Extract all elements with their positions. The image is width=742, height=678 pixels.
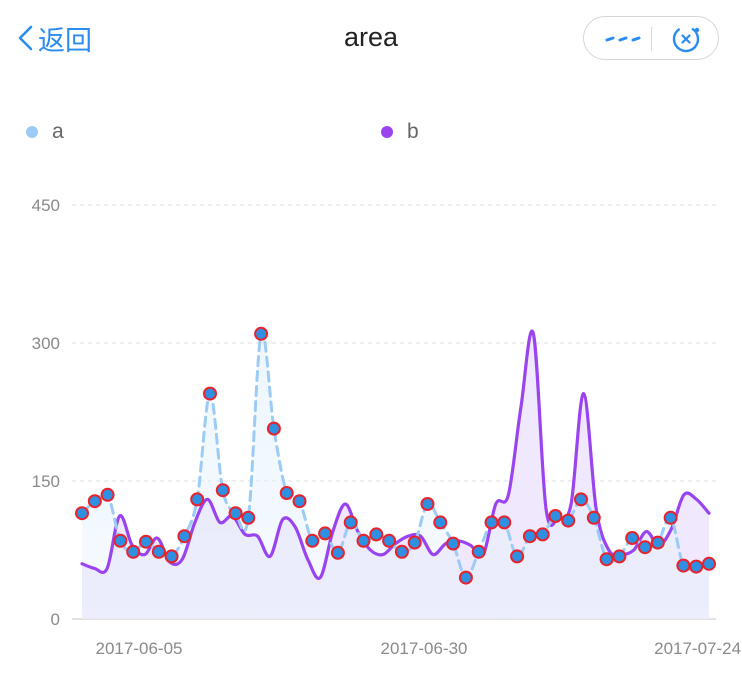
series-a-point-49 — [702, 556, 716, 571]
series-a-point-27 — [420, 497, 435, 511]
series-a-point-39 — [574, 492, 588, 507]
series-a-area — [82, 332, 709, 619]
series-a-point-17 — [292, 494, 307, 509]
series-a-point-21 — [343, 515, 358, 530]
series-a-point-43 — [625, 531, 640, 545]
series-a-point-18 — [305, 533, 320, 548]
series-a-point-45 — [650, 535, 665, 550]
series-a-point-11 — [215, 483, 230, 498]
series-a-point-5 — [139, 534, 153, 549]
series-a-point-12 — [228, 506, 243, 521]
series-a-point-42 — [612, 549, 627, 564]
series-a-point-30 — [458, 570, 473, 585]
series-a-point-41 — [599, 552, 614, 567]
series-a-point-40 — [586, 510, 601, 525]
y-tick-label-300: 300 — [32, 334, 60, 353]
series-a-point-0 — [75, 506, 89, 521]
series-a-point-4 — [126, 544, 141, 559]
series-a-point-7 — [164, 549, 179, 564]
series-a-point-38 — [561, 513, 576, 528]
series-a-point-23 — [369, 527, 384, 542]
area-chart: 0 150 300 450 2017-06-05 2017-06-30 2017-07-24 — [32, 196, 741, 658]
x-tick-label-2: 2017-07-24 — [654, 639, 741, 658]
series-a-point-35 — [522, 529, 537, 544]
series-a-point-28 — [433, 515, 448, 530]
y-tick-label-450: 450 — [32, 196, 60, 215]
series-a-point-34 — [510, 549, 525, 564]
series-a-point-26 — [407, 535, 422, 550]
series-a-point-19 — [318, 526, 333, 541]
area-layer — [82, 330, 709, 619]
series-a-point-36 — [535, 527, 550, 542]
series-a-point-46 — [663, 510, 678, 525]
series-a-point-32 — [484, 515, 499, 530]
y-tick-label-150: 150 — [32, 472, 60, 491]
series-a-point-9 — [190, 492, 205, 507]
series-a-point-22 — [356, 533, 371, 548]
series-a-point-25 — [394, 544, 409, 559]
y-tick-label-0: 0 — [51, 610, 60, 629]
x-tick-label-1: 2017-06-30 — [381, 639, 468, 658]
series-a-point-6 — [151, 544, 166, 559]
series-a-point-44 — [638, 540, 652, 555]
series-a-point-1 — [87, 494, 102, 509]
series-a-point-37 — [548, 509, 563, 523]
series-a-point-3 — [113, 533, 128, 548]
x-tick-label-0: 2017-06-05 — [96, 639, 183, 658]
series-a-point-13 — [241, 510, 256, 525]
series-a-point-20 — [330, 545, 345, 560]
series-a-point-31 — [471, 544, 486, 559]
series-a-point-2 — [100, 487, 115, 502]
series-a-point-15 — [266, 421, 281, 436]
series-a-point-47 — [676, 558, 691, 573]
series-a-point-29 — [446, 536, 461, 551]
series-a-point-33 — [497, 515, 512, 530]
series-a-point-14 — [254, 326, 269, 341]
series-a-point-48 — [689, 559, 704, 574]
series-a-point-10 — [203, 386, 217, 401]
series-a-point-8 — [177, 529, 192, 544]
series-a-point-16 — [279, 486, 294, 500]
series-a-point-24 — [382, 533, 397, 548]
